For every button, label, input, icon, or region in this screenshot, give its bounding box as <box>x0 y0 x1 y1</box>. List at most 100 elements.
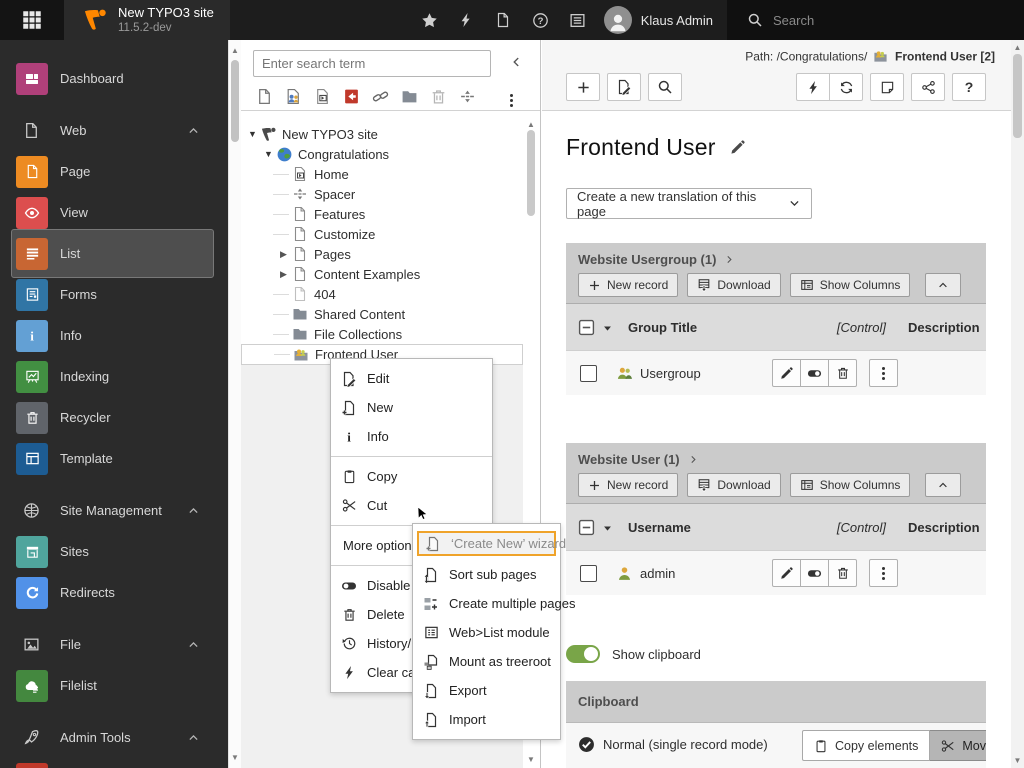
sidebar-item-dashboard[interactable]: Dashboard <box>0 58 228 99</box>
table-row[interactable]: admin <box>566 550 986 595</box>
spacer-drag-icon[interactable] <box>459 88 476 105</box>
sidebar-item-indexing[interactable]: Indexing <box>0 356 228 397</box>
scroll-up-arrow[interactable]: ▲ <box>1011 43 1024 52</box>
collapse-table-button[interactable] <box>925 473 962 497</box>
move-elements-button[interactable]: Move elements <box>930 730 986 761</box>
tree-node-404[interactable]: 404 <box>241 284 523 304</box>
caret-down-icon[interactable] <box>602 323 613 334</box>
share-button[interactable] <box>911 73 945 101</box>
caret-collapsed-icon[interactable]: ▶ <box>280 249 287 260</box>
collapse-table-button[interactable] <box>925 273 962 297</box>
tree-node-congratulations[interactable]: ▼ Congratulations <box>241 144 523 164</box>
panel-title-link[interactable]: Website Usergroup (1) <box>578 252 974 267</box>
sidebar-item-template[interactable]: Template <box>0 438 228 479</box>
scroll-up-arrow[interactable]: ▲ <box>524 120 538 129</box>
tree-node-spacer[interactable]: Spacer <box>241 184 523 204</box>
submenu-item-create-multiple-pages[interactable]: Create multiple pages <box>413 589 575 618</box>
download-button[interactable]: Download <box>687 273 781 297</box>
topbar-search-input[interactable] <box>773 12 973 28</box>
sidebar-item-redirects[interactable]: Redirects <box>0 572 228 613</box>
reload-button[interactable] <box>829 73 863 101</box>
context-menu-item-info[interactable]: Info <box>331 422 492 451</box>
sidebar-scrollbar[interactable]: ▲ ▼ <box>228 40 241 768</box>
new-shortcut-drag-icon[interactable] <box>314 88 331 105</box>
scroll-down-arrow[interactable]: ▼ <box>229 753 241 762</box>
help-button[interactable] <box>522 0 559 40</box>
sidebar-item-recycler[interactable]: Recycler <box>0 397 228 438</box>
new-folder-drag-icon[interactable] <box>401 88 418 105</box>
sidebar-item-partial[interactable] <box>0 758 228 768</box>
sidebar-item-view[interactable]: View <box>0 192 228 233</box>
user-menu[interactable]: Klaus Admin <box>596 0 727 40</box>
view-page-notes-button[interactable] <box>870 73 904 101</box>
collapse-tree-button[interactable] <box>509 54 523 69</box>
scrollbar-thumb[interactable] <box>231 60 239 142</box>
sidebar-item-list[interactable]: List <box>0 229 228 278</box>
caret-expanded-icon[interactable]: ▼ <box>248 129 257 139</box>
new-page-drag-icon[interactable] <box>256 88 273 105</box>
context-menu-item-cut[interactable]: Cut <box>331 491 492 520</box>
bookmarks-button[interactable] <box>411 0 448 40</box>
show-columns-button[interactable]: Show Columns <box>789 473 911 497</box>
submenu-item-sort-sub-pages[interactable]: Sort sub pages <box>413 560 560 589</box>
shortcuts-button[interactable] <box>485 0 522 40</box>
delete-record-button[interactable] <box>828 559 857 587</box>
edit-title-pencil-icon[interactable] <box>730 140 745 155</box>
systeminfo-button[interactable] <box>559 0 596 40</box>
edit-record-button[interactable] <box>772 359 801 387</box>
tree-node-content-examples[interactable]: ▶ Content Examples <box>241 264 523 284</box>
submenu-item-import[interactable]: Import <box>413 705 560 734</box>
help-button[interactable]: ? <box>952 73 986 101</box>
column-header-title[interactable]: Group Title <box>628 320 697 335</box>
clear-cache-button[interactable] <box>448 0 485 40</box>
topbar-search[interactable] <box>727 0 1024 40</box>
tree-node-home[interactable]: Home <box>241 164 523 184</box>
new-record-button[interactable] <box>566 73 600 101</box>
scrollbar-thumb[interactable] <box>1013 54 1022 138</box>
module-menu-toggle-button[interactable] <box>0 0 64 40</box>
submenu-item-create-new-wizard[interactable]: ‘Create New’ wizard <box>417 531 566 556</box>
sidebar-item-page[interactable]: Page <box>0 151 228 192</box>
new-link-drag-icon[interactable] <box>372 88 389 105</box>
record-title[interactable]: Usergroup <box>640 366 701 381</box>
sidebar-item-filelist[interactable]: Filelist <box>0 665 228 706</box>
scroll-up-arrow[interactable]: ▲ <box>229 46 241 55</box>
content-scrollbar[interactable]: ▲ ▼ <box>1011 40 1024 768</box>
tree-search-input[interactable] <box>253 50 491 77</box>
download-button[interactable]: Download <box>687 473 781 497</box>
tree-node-root[interactable]: ▼ New TYPO3 site <box>241 124 523 144</box>
row-checkbox[interactable] <box>580 365 597 382</box>
tree-node-pages[interactable]: ▶ Pages <box>241 244 523 264</box>
record-more-button[interactable] <box>869 359 898 387</box>
clipboard-mode[interactable]: Normal (single record mode) <box>578 736 768 753</box>
new-record-button[interactable]: New record <box>578 273 679 297</box>
record-title[interactable]: admin <box>640 566 675 581</box>
new-record-button[interactable]: New record <box>578 473 679 497</box>
sidebar-item-sites[interactable]: Sites <box>0 531 228 572</box>
tree-node-shared-content[interactable]: Shared Content <box>241 304 523 324</box>
disable-record-button[interactable] <box>800 559 829 587</box>
submenu-item-web-list-module[interactable]: Web>List module <box>413 618 560 647</box>
scroll-down-arrow[interactable]: ▼ <box>524 755 538 764</box>
sidebar-section-web[interactable]: Web <box>0 110 228 151</box>
tree-node-features[interactable]: Features <box>241 204 523 224</box>
show-clipboard-toggle[interactable] <box>566 645 600 663</box>
caret-down-icon[interactable] <box>602 523 613 534</box>
clear-cache-page-button[interactable] <box>796 73 830 101</box>
new-mountpoint-drag-icon[interactable] <box>343 88 360 105</box>
context-menu-item-new[interactable]: New <box>331 393 492 422</box>
sidebar-item-forms[interactable]: Forms <box>0 274 228 315</box>
panel-title-link[interactable]: Website User (1) <box>578 452 974 467</box>
caret-collapsed-icon[interactable]: ▶ <box>280 269 287 280</box>
scroll-down-arrow[interactable]: ▼ <box>1011 756 1024 765</box>
context-menu-item-copy[interactable]: Copy <box>331 462 492 491</box>
edit-page-button[interactable] <box>607 73 641 101</box>
disable-record-button[interactable] <box>800 359 829 387</box>
select-all-checkbox[interactable] <box>578 319 595 336</box>
brand[interactable]: New TYPO3 site 11.5.2-dev <box>64 0 230 40</box>
sidebar-section-site-management[interactable]: Site Management <box>0 490 228 531</box>
submenu-item-export[interactable]: Export <box>413 676 560 705</box>
caret-expanded-icon[interactable]: ▼ <box>264 149 273 159</box>
search-button[interactable] <box>648 73 682 101</box>
select-all-checkbox[interactable] <box>578 519 595 536</box>
